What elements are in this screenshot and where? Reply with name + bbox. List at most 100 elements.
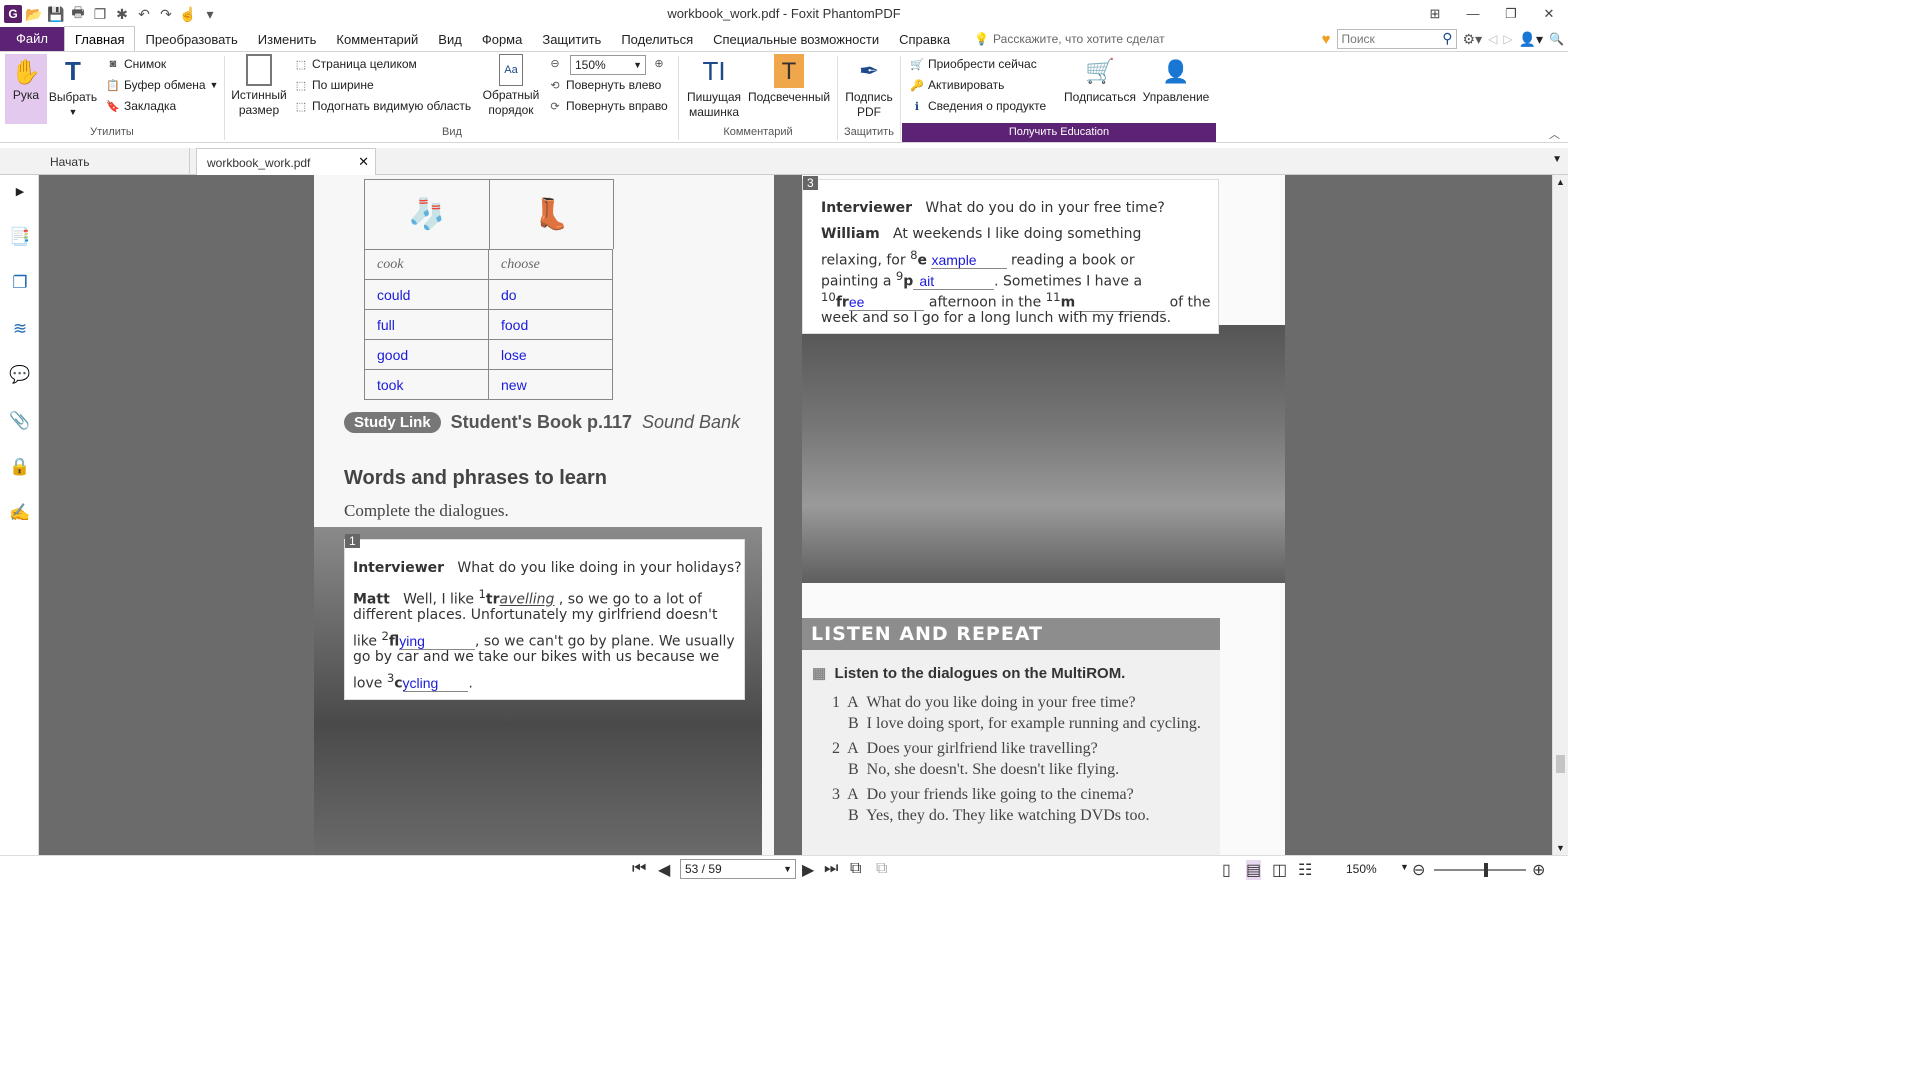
- manage-user-icon: 👤: [1162, 58, 1190, 84]
- last-page-icon[interactable]: ⏭: [824, 860, 838, 878]
- page-number-field[interactable]: 53 / 59 ▼: [680, 859, 796, 879]
- zoom-in-icon[interactable]: ⊕: [1532, 860, 1545, 880]
- buy-now-button[interactable]: 🛒 Приобрести сейчас: [910, 57, 1037, 71]
- search-input[interactable]: Поиск ⚲: [1336, 29, 1457, 49]
- tab-document[interactable]: workbook_work.pdf ✕: [196, 148, 376, 175]
- reverse-order-button[interactable]: Aa Обратный порядок: [480, 54, 542, 118]
- user-icon[interactable]: 👤▾: [1519, 31, 1543, 48]
- get-education-banner[interactable]: Получить Education: [902, 123, 1216, 142]
- facing-page-icon[interactable]: ◫: [1272, 860, 1287, 880]
- group-label-utilities: Утилиты: [90, 126, 134, 138]
- close-tab-icon[interactable]: ✕: [358, 154, 369, 170]
- typewriter-label: Пишущая машинка: [687, 90, 741, 119]
- table-cell: full: [364, 309, 489, 340]
- find-folder-icon[interactable]: 🔍: [1549, 32, 1564, 46]
- blank-prefix: c: [394, 675, 403, 692]
- group-separator: [678, 56, 679, 140]
- tab-comment[interactable]: Комментарий: [326, 27, 428, 51]
- table-cell: lose: [488, 339, 613, 370]
- zoom-in-icon[interactable]: ⊕: [652, 56, 666, 70]
- answer-blank[interactable]: ycling: [402, 674, 469, 692]
- fit-page-button[interactable]: ⬚ Страница целиком: [294, 57, 417, 71]
- scroll-down-icon[interactable]: ▼: [1556, 843, 1565, 853]
- activate-button[interactable]: 🔑 Активировать: [910, 78, 1004, 92]
- collapse-ribbon-icon[interactable]: ︿: [1549, 126, 1560, 142]
- forward-icon[interactable]: ▷: [1503, 32, 1512, 46]
- previous-page-icon[interactable]: ◀: [658, 860, 670, 880]
- snapshot-button[interactable]: ◙ Снимок: [106, 57, 167, 71]
- copy-page-icon[interactable]: ⧉: [850, 860, 861, 878]
- reverse-order-label: Обратный порядок: [482, 88, 540, 117]
- paste-page-icon[interactable]: ⧉: [876, 860, 887, 878]
- single-page-icon[interactable]: ▯: [1222, 860, 1231, 880]
- zoom-out-icon[interactable]: ⊖: [1412, 860, 1425, 880]
- document-viewport[interactable]: 🧦 👢 cook choose could do full food good lose…: [39, 175, 1552, 855]
- dialogue-line: love 3cycling.: [353, 671, 473, 692]
- tab-convert[interactable]: Преобразовать: [135, 27, 247, 51]
- comments-panel-icon[interactable]: 💬: [8, 363, 32, 387]
- hand-tool-button[interactable]: ✋ Рука: [5, 54, 47, 124]
- listen-dialogues: 1 A What do you like doing in your free …: [832, 692, 1212, 826]
- close-button[interactable]: ✕: [1530, 0, 1568, 27]
- rotate-left-button[interactable]: ⟲ Повернуть влево: [548, 78, 661, 92]
- highlight-icon: T: [774, 54, 804, 88]
- first-page-icon[interactable]: ⏮: [632, 860, 646, 878]
- vertical-scrollbar[interactable]: ▲ ▼: [1552, 175, 1568, 855]
- signature-panel-icon[interactable]: ✍: [8, 501, 32, 525]
- tell-me-box[interactable]: 💡 Расскажите, что хотите сделат: [960, 27, 1165, 51]
- subscribe-button[interactable]: 🛒 Подписаться: [1062, 54, 1138, 105]
- tab-help[interactable]: Справка: [889, 27, 960, 51]
- fit-visible-button[interactable]: ⬚ Подогнать видимую область: [294, 99, 471, 113]
- typewriter-button[interactable]: TI Пишущая машинка: [684, 54, 744, 120]
- security-lock-icon[interactable]: 🔒: [8, 455, 32, 479]
- scroll-up-icon[interactable]: ▲: [1556, 177, 1565, 187]
- heart-icon[interactable]: ♥: [1322, 31, 1331, 48]
- zoom-slider[interactable]: [1434, 863, 1526, 877]
- gear-icon[interactable]: ⚙▾: [1463, 31, 1483, 48]
- zoom-select[interactable]: 150% ▼: [570, 55, 646, 75]
- product-info-button[interactable]: ℹ Сведения о продукте: [910, 99, 1046, 113]
- dialogue-item: 3 A Do your friends like going to the ci…: [832, 786, 1134, 803]
- minimize-button[interactable]: —: [1454, 0, 1492, 27]
- actual-size-button[interactable]: Истинный размер: [228, 54, 290, 118]
- pages-panel-icon[interactable]: ❐: [8, 271, 32, 295]
- expand-panel-icon[interactable]: ▶: [8, 179, 32, 203]
- zoom-slider-thumb[interactable]: [1484, 863, 1488, 877]
- attachments-panel-icon[interactable]: 📎: [8, 409, 32, 433]
- zoom-out-icon[interactable]: ⊖: [548, 56, 562, 70]
- manage-button[interactable]: 👤 Управление: [1140, 54, 1212, 105]
- rotate-right-button[interactable]: ⟳ Повернуть вправо: [548, 99, 667, 113]
- tab-accessibility[interactable]: Специальные возможности: [703, 27, 889, 51]
- tab-list-chevron-icon[interactable]: ▼: [1552, 154, 1562, 165]
- highlight-button[interactable]: T Подсвеченный: [746, 54, 832, 105]
- zoom-dropdown-icon[interactable]: ▼: [1400, 862, 1409, 872]
- text: No, she doesn't. She doesn't like flying…: [866, 761, 1120, 778]
- bookmarks-panel-icon[interactable]: 📑: [8, 225, 32, 249]
- next-page-icon[interactable]: ▶: [802, 860, 814, 880]
- menu-file[interactable]: Файл: [0, 27, 64, 51]
- clipboard-button[interactable]: 📋 Буфер обмена ▼: [106, 78, 218, 92]
- ribbon-display-icon[interactable]: ⊞: [1416, 0, 1454, 27]
- group-separator: [837, 56, 838, 140]
- tab-share[interactable]: Поделиться: [611, 27, 703, 51]
- foot-horseshoe-picture: 🧦: [408, 198, 446, 231]
- continuous-page-icon[interactable]: ▤: [1246, 860, 1262, 880]
- tab-start[interactable]: Начать: [40, 148, 190, 175]
- sign-pdf-button[interactable]: ✒ Подпись PDF: [840, 54, 898, 120]
- scroll-thumb[interactable]: [1556, 755, 1565, 773]
- window-controls: ⊞ — ❐ ✕: [1416, 0, 1568, 27]
- tab-home[interactable]: Главная: [64, 26, 136, 51]
- tab-form[interactable]: Форма: [472, 27, 533, 51]
- continuous-facing-icon[interactable]: ☷: [1298, 860, 1312, 880]
- bookmark-button[interactable]: 🔖 Закладка: [106, 99, 176, 113]
- back-icon[interactable]: ◁: [1488, 32, 1497, 46]
- tab-protect[interactable]: Защитить: [532, 27, 611, 51]
- zoom-level[interactable]: 150%: [1346, 862, 1377, 876]
- tab-edit[interactable]: Изменить: [248, 27, 327, 51]
- restore-button[interactable]: ❐: [1492, 0, 1530, 27]
- study-link-badge: Study Link: [344, 412, 441, 433]
- layers-panel-icon[interactable]: ≋: [8, 317, 32, 341]
- select-tool-button[interactable]: T Выбрать ▼: [48, 54, 98, 120]
- fit-width-button[interactable]: ⬚ По ширине: [294, 78, 374, 92]
- tab-view[interactable]: Вид: [428, 27, 472, 51]
